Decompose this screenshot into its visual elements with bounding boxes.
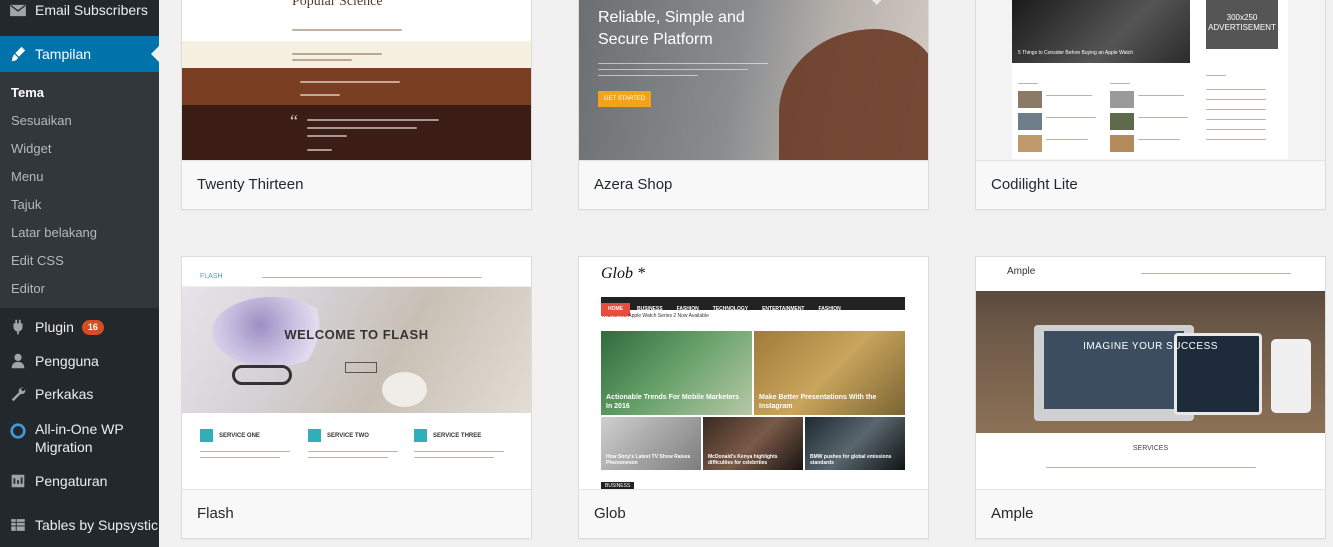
preview-logo: Ample: [1007, 266, 1036, 277]
menu-tampilan[interactable]: Tampilan: [0, 36, 159, 72]
theme-name: Codilight Lite: [991, 176, 1078, 193]
preview-ticker: TRENDING Apple Watch Series 2 Now Availa…: [601, 313, 709, 319]
theme-name: Azera Shop: [594, 176, 673, 193]
theme-screenshot: 5 Things to Consider Before Buying an Ap…: [976, 0, 1325, 162]
preview-headline: 5 Things to Consider Before Buying an Ap…: [1018, 50, 1134, 56]
preview-hero: IMAGINE YOUR SUCCESS: [976, 291, 1325, 433]
theme-name: Ample: [991, 505, 1034, 522]
submenu-latar-belakang[interactable]: Latar belakang: [11, 225, 97, 240]
theme-card-ample[interactable]: Ample IMAGINE YOUR SUCCESS SERVICES Ampl…: [975, 256, 1326, 539]
theme-card-azera-shop[interactable]: Reliable, Simple and Secure Platform GET…: [578, 0, 929, 210]
theme-screenshot: Glob * HOME BUSINESS FASHION TECHNOLOGY ENTE…: [579, 257, 928, 491]
preview-service-one: SERVICE ONE: [200, 429, 260, 442]
preview-hero-text: IMAGINE YOUR SUCCESS: [1083, 341, 1218, 352]
envelope-icon: [0, 1, 35, 19]
menu-perkakas[interactable]: Perkakas: [0, 382, 159, 406]
submenu-tajuk[interactable]: Tajuk: [11, 197, 41, 212]
menu-label: Pengaturan: [35, 473, 108, 489]
submenu-widget[interactable]: Widget: [11, 141, 51, 156]
menu-tables-by-supsystic[interactable]: Tables by Supsystic: [0, 513, 159, 537]
preview-cta-button: GET STARTED: [598, 91, 651, 107]
menu-plugin[interactable]: Plugin 16: [0, 315, 159, 339]
plug-icon: [0, 318, 35, 336]
menu-label: Tables by Supsystic: [35, 517, 158, 533]
theme-screenshot: Popular Science “: [182, 0, 531, 162]
preview-section-label: SERVICES: [1132, 445, 1169, 452]
menu-email-subscribers[interactable]: Email Subscribers: [0, 0, 159, 22]
menu-pengguna[interactable]: Pengguna: [0, 349, 159, 373]
theme-card-glob[interactable]: Glob * HOME BUSINESS FASHION TECHNOLOGY ENTE…: [578, 256, 929, 539]
theme-card-codilight-lite[interactable]: 5 Things to Consider Before Buying an Ap…: [975, 0, 1326, 210]
preview-post-title: McDonald's Kenya highlights difficulties…: [708, 454, 778, 466]
submenu-edit-css[interactable]: Edit CSS: [11, 253, 64, 268]
theme-screenshot: Ample IMAGINE YOUR SUCCESS SERVICES: [976, 257, 1325, 491]
preview-logo: Glob *: [601, 265, 645, 282]
preview-post-title: Actionable Trends For Mobile Marketers I…: [606, 394, 740, 410]
paintbrush-icon: [0, 45, 35, 63]
preview-service-two: SERVICE TWO: [308, 429, 369, 442]
current-menu-arrow: [151, 46, 159, 62]
preview-site-title: Popular Science: [292, 0, 383, 9]
theme-name-bar: Ample: [976, 489, 1325, 538]
preview-hero-button: [345, 362, 377, 373]
table-icon: [0, 516, 35, 534]
preview-service-three: SERVICE THREE: [414, 429, 481, 442]
menu-label: Plugin: [35, 319, 74, 335]
appearance-submenu: Tema Sesuaikan Widget Menu Tajuk Latar b…: [0, 72, 159, 308]
admin-sidebar: Email Subscribers Tampilan Tema Sesuaika…: [0, 0, 159, 547]
menu-label: All-in-One WP Migration: [35, 421, 124, 455]
preview-hero: WELCOME TO FLASH: [182, 287, 531, 413]
preview-logo: FLASH: [200, 273, 223, 280]
theme-card-flash[interactable]: FLASH WELCOME TO FLASH SERVICE ONE SERVI…: [181, 256, 532, 539]
submenu-sesuaikan[interactable]: Sesuaikan: [11, 113, 72, 128]
theme-name-bar: Codilight Lite: [976, 160, 1325, 209]
preview-nav: HOME BUSINESS FASHION TECHNOLOGY ENTERTAINME…: [601, 297, 905, 316]
settings-icon: [0, 472, 35, 490]
wrench-icon: [0, 385, 35, 403]
theme-screenshot: FLASH WELCOME TO FLASH SERVICE ONE SERVI…: [182, 257, 531, 491]
preview-ad-box: 300x250 ADVERTISEMENT: [1206, 0, 1278, 49]
menu-pengaturan[interactable]: Pengaturan: [0, 469, 159, 493]
user-icon: [0, 352, 35, 370]
menu-label: Tampilan: [35, 46, 92, 62]
preview-post-title: BMW pushes for global emissions standard…: [810, 454, 892, 466]
theme-name: Flash: [197, 505, 234, 522]
preview-post-title: Make Better Presentations With the Insta…: [759, 394, 877, 410]
update-count-badge: 16: [81, 319, 104, 335]
theme-name: Twenty Thirteen: [197, 176, 304, 193]
theme-name-bar: Azera Shop: [579, 160, 928, 209]
preview-headline: Reliable, Simple and Secure Platform: [598, 9, 745, 48]
menu-label: Perkakas: [35, 386, 94, 402]
theme-name: Glob: [594, 505, 626, 522]
theme-card-twenty-thirteen[interactable]: Popular Science “ Twenty Thirteen: [181, 0, 532, 210]
preview-post-title: How Sony's Latest TV Show Raises Phenome…: [606, 454, 691, 466]
submenu-editor[interactable]: Editor: [11, 281, 45, 296]
theme-screenshot: Reliable, Simple and Secure Platform GET…: [579, 0, 928, 162]
submenu-tema[interactable]: Tema: [11, 85, 44, 100]
theme-name-bar: Flash: [182, 489, 531, 538]
theme-name-bar: Twenty Thirteen: [182, 160, 531, 209]
submenu-menu[interactable]: Menu: [11, 169, 44, 184]
menu-all-in-one-wp-migration[interactable]: All-in-One WP Migration: [0, 420, 159, 458]
theme-name-bar: Glob: [579, 489, 928, 538]
menu-label: Email Subscribers: [35, 2, 148, 18]
menu-label: Pengguna: [35, 353, 99, 369]
migration-icon: [0, 420, 35, 440]
preview-hero-title: WELCOME TO FLASH: [284, 327, 429, 342]
